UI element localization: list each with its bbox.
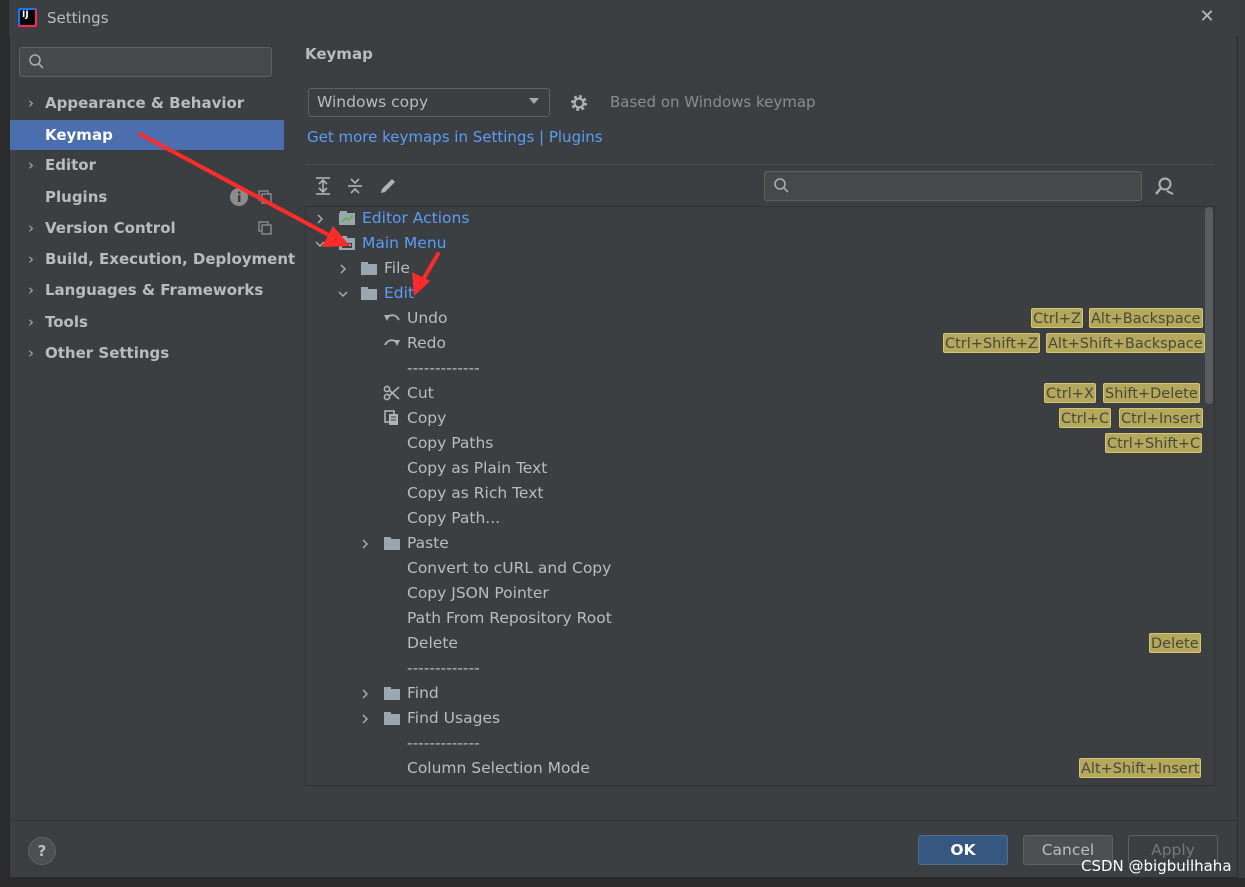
tree-action-path-from-repo-root[interactable]: Path From Repository Root [305,606,1200,631]
action-search-input[interactable] [764,171,1142,201]
scissors-icon [383,385,400,401]
shortcut-badge: Ctrl+Insert [1119,408,1203,428]
shortcut-badge: Delete [1149,633,1201,653]
project-level-icon [258,221,272,235]
sidebar-item-appearance-behavior[interactable]: › Appearance & Behavior [10,88,284,118]
tree-action-cut[interactable]: Cut Ctrl+X Shift+Delete [305,381,1200,406]
info-badge-icon [230,188,248,206]
page-title: Keymap [305,45,373,63]
more-keymaps-link[interactable]: Get more keymaps in Settings | Plugins [307,128,603,146]
shortcut-badge: Ctrl+X [1044,383,1096,403]
help-button[interactable]: ? [28,837,56,865]
folder-icon [384,687,400,700]
divider [10,820,1238,821]
tree-node-paste[interactable]: Paste [305,531,1200,556]
close-icon[interactable]: ✕ [1196,6,1218,28]
sidebar-item-languages-frameworks[interactable]: › Languages & Frameworks [10,275,284,305]
shortcut-badge: Ctrl+Z [1031,308,1083,328]
tree-action-copy-rich-text[interactable]: Copy as Rich Text [305,481,1200,506]
tree-action-delete[interactable]: Delete Delete [305,631,1201,656]
tree-action-convert-curl[interactable]: Convert to cURL and Copy [305,556,1200,581]
chevron-right-icon [362,714,369,724]
tree-action-column-selection-mode[interactable]: Column Selection Mode Alt+Shift+Insert [305,756,1202,781]
editor-actions-icon [339,211,355,225]
shortcut-badge: Alt+Shift+Backspace [1046,333,1205,353]
chevron-right-icon [340,264,347,274]
sidebar-item-version-control[interactable]: › Version Control [10,213,284,243]
watermark-text: CSDN @bigbullhaha [1081,857,1232,875]
title-bar [9,0,1238,36]
window-title: Settings [47,9,109,27]
edit-pencil-icon[interactable] [378,176,398,196]
sidebar-search-input[interactable] [19,47,272,77]
tree-separator: ------------- [407,359,480,377]
chevron-right-icon: › [28,313,34,331]
shortcut-badge: Shift+Delete [1103,383,1200,403]
chevron-down-icon [338,291,348,298]
sidebar-item-keymap[interactable]: Keymap [10,120,284,150]
search-icon [29,54,44,69]
expand-all-icon[interactable] [313,176,333,196]
chevron-right-icon: › [28,250,34,268]
sidebar-item-other-settings[interactable]: › Other Settings [10,338,284,368]
folder-icon [361,262,377,275]
chevron-right-icon [362,539,369,549]
based-on-label: Based on Windows keymap [610,93,816,111]
tree-node-main-menu[interactable]: Main Menu [305,231,1205,256]
gear-icon[interactable] [569,93,589,113]
sidebar-item-build-execution-deployment[interactable]: › Build, Execution, Deployment [10,244,295,274]
chevron-right-icon: › [28,94,34,112]
project-level-icon [258,190,272,204]
chevron-right-icon: › [28,281,34,299]
sidebar-item-tools[interactable]: › Tools [10,307,284,337]
shortcut-badge: Ctrl+C [1059,408,1112,428]
main-menu-icon [339,236,355,250]
tree-separator: ------------- [407,734,480,752]
shortcut-badge: Alt+Backspace [1089,308,1203,328]
shortcut-badge: Ctrl+Shift+Z [943,333,1040,353]
shortcut-badge: Alt+Shift+Insert [1079,758,1202,778]
undo-icon [384,314,400,321]
chevron-right-icon: › [28,344,34,362]
tree-action-copy[interactable]: Copy Ctrl+C Ctrl+Insert [305,406,1203,431]
tree-node-find[interactable]: Find [305,681,1200,706]
tree-node-editor-actions[interactable]: Editor Actions [305,206,1205,231]
folder-icon [384,712,400,725]
chevron-down-icon [529,98,539,104]
copy-icon [384,410,398,425]
folder-icon [384,537,400,550]
tree-action-copy-path[interactable]: Copy Path... [305,506,1200,531]
tree-action-copy-plain-text[interactable]: Copy as Plain Text [305,456,1200,481]
tree-scrollbar[interactable] [1205,207,1213,404]
ide-background-bottom [0,878,1245,887]
tree-action-undo[interactable]: Undo Ctrl+Z Alt+Backspace [305,306,1203,331]
tree-action-redo[interactable]: Redo Ctrl+Shift+Z Alt+Shift+Backspace [305,331,1205,356]
ide-background [0,0,9,887]
divider [305,164,1215,165]
tree-action-copy-json-pointer[interactable]: Copy JSON Pointer [305,581,1200,606]
tree-action-copy-paths[interactable]: Copy Paths Ctrl+Shift+C [305,431,1203,456]
find-by-shortcut-icon[interactable] [1153,176,1175,198]
folder-icon [361,287,377,300]
collapse-all-icon[interactable] [345,176,365,196]
tree-node-edit[interactable]: Edit [305,281,1205,306]
ok-button[interactable]: OK [918,835,1008,865]
intellij-logo-icon: IJ [18,8,37,27]
tree-separator: ------------- [407,659,480,677]
chevron-right-icon: › [28,156,34,174]
chevron-right-icon [362,689,369,699]
tree-node-find-usages[interactable]: Find Usages [305,706,1200,731]
shortcut-badge: Ctrl+Shift+C [1105,433,1203,453]
sidebar-item-editor[interactable]: › Editor [10,150,284,180]
search-icon [774,178,789,193]
chevron-down-icon [315,241,325,248]
chevron-right-icon [317,214,324,224]
redo-icon [384,339,400,346]
tree-node-file[interactable]: File [305,256,1205,281]
keymap-select-value: Windows copy [317,93,429,111]
chevron-right-icon: › [28,219,34,237]
